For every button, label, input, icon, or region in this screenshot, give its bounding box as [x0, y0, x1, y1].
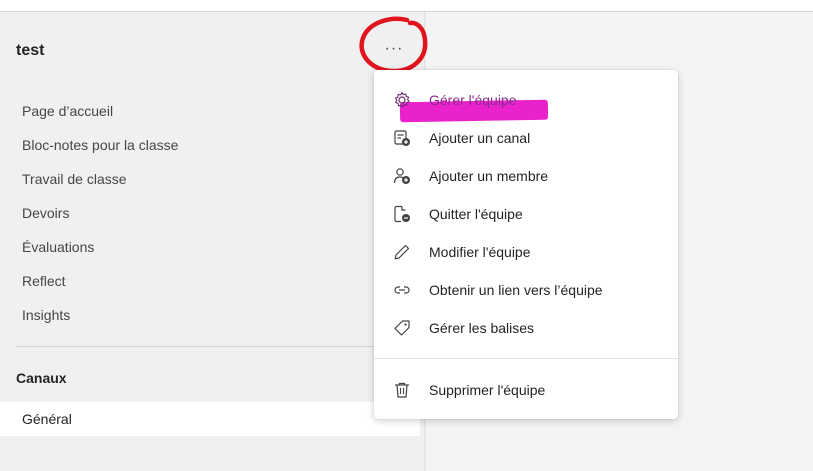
nav-item-assignments[interactable]: Devoirs	[22, 202, 402, 236]
gear-icon	[392, 90, 412, 110]
menu-label: Ajouter un membre	[429, 168, 549, 184]
menu-label: Quitter l'équipe	[429, 206, 523, 222]
nav-item-home[interactable]: Page d’accueil	[22, 100, 402, 134]
sidebar-divider	[16, 346, 420, 347]
menu-item-manage-tags[interactable]: Gérer les balises	[374, 309, 678, 347]
nav-item-class-notebook[interactable]: Bloc-notes pour la classe	[22, 134, 402, 168]
channels-header[interactable]: Canaux	[16, 370, 67, 386]
channel-label: Général	[22, 411, 72, 427]
menu-item-add-member[interactable]: Ajouter un membre	[374, 157, 678, 195]
menu-label: Modifier l'équipe	[429, 244, 531, 260]
menu-separator	[374, 358, 678, 359]
more-options-button[interactable]: ···	[378, 36, 410, 62]
nav-item-reflect[interactable]: Reflect	[22, 270, 402, 304]
pencil-icon	[392, 242, 412, 262]
menu-item-manage-team[interactable]: Gérer l'équipe	[374, 81, 678, 123]
menu-item-edit-team[interactable]: Modifier l'équipe	[374, 233, 678, 271]
leave-icon	[392, 204, 412, 224]
add-member-icon	[392, 166, 412, 186]
link-icon	[392, 280, 412, 300]
top-bar	[0, 0, 813, 12]
menu-label: Supprimer l'équipe	[429, 382, 546, 398]
channel-item-general[interactable]: Général	[0, 402, 420, 436]
menu-item-leave-team[interactable]: Quitter l'équipe	[374, 195, 678, 233]
team-name[interactable]: test	[16, 42, 44, 60]
trash-icon	[392, 380, 412, 400]
nav-item-insights[interactable]: Insights	[22, 304, 402, 338]
menu-label: Gérer les balises	[429, 320, 535, 336]
menu-label: Gérer l'équipe	[429, 92, 517, 108]
menu-item-add-channel[interactable]: Ajouter un canal	[374, 119, 678, 157]
menu-item-delete-team[interactable]: Supprimer l'équipe	[374, 371, 678, 409]
menu-label: Ajouter un canal	[429, 130, 531, 146]
menu-label: Obtenir un lien vers l’équipe	[429, 282, 603, 298]
team-options-menu: Gérer l'équipe Ajouter un canal Ajouter …	[374, 70, 678, 419]
menu-item-get-link[interactable]: Obtenir un lien vers l’équipe	[374, 271, 678, 309]
nav-item-classwork[interactable]: Travail de classe	[22, 168, 402, 202]
nav-item-grades[interactable]: Évaluations	[22, 236, 402, 270]
team-nav: Page d’accueil Bloc-notes pour la classe…	[22, 100, 402, 338]
tag-icon	[392, 318, 412, 338]
add-channel-icon	[392, 128, 412, 148]
